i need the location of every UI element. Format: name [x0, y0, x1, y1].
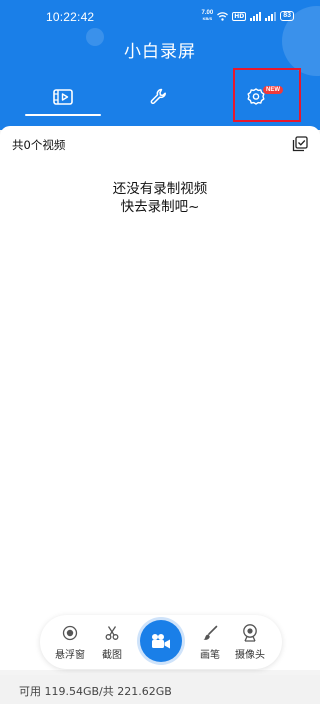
screenshot-label: 截图	[102, 650, 122, 661]
multi-select-icon[interactable]	[292, 136, 308, 152]
active-tab-indicator	[25, 114, 101, 116]
storage-footer: 可用 119.54GB/共 221.62GB	[0, 675, 320, 704]
scissors-icon	[105, 626, 119, 640]
empty-state-line2: 快去录制吧~	[120, 199, 200, 215]
floating-window-button[interactable]: 悬浮窗	[50, 623, 90, 661]
floating-window-label: 悬浮窗	[55, 650, 85, 661]
status-bar: 10:22:42 7.00 KB/S HD 83	[0, 0, 320, 28]
network-speed-unit: KB/S	[202, 16, 213, 21]
record-button[interactable]	[140, 620, 182, 662]
floating-window-icon	[62, 625, 78, 641]
video-camera-icon	[152, 634, 170, 649]
app-header: 10:22:42 7.00 KB/S HD 83 小白录屏 NEW	[0, 0, 320, 130]
bottom-toolbar: 悬浮窗 截图 画笔 摄像头	[40, 615, 282, 669]
network-speed: 7.00 KB/S	[202, 10, 214, 22]
video-count-label: 共0个视频	[12, 138, 66, 152]
screenshot-button[interactable]: 截图	[92, 623, 132, 661]
empty-state-line1: 还没有录制视频	[112, 181, 208, 197]
video-icon	[53, 89, 73, 105]
storage-info: 可用 119.54GB/共 221.62GB	[19, 685, 172, 698]
status-time: 10:22:42	[46, 10, 95, 24]
tab-tools[interactable]	[106, 78, 212, 116]
webcam-icon	[243, 624, 257, 642]
signal-icon	[250, 11, 262, 21]
wrench-icon	[150, 88, 166, 105]
brush-label: 画笔	[200, 650, 220, 661]
video-list-panel: 共0个视频 还没有录制视频 快去录制吧~	[0, 126, 320, 670]
wifi-icon	[217, 11, 229, 21]
camera-label: 摄像头	[235, 650, 265, 661]
status-icons: 7.00 KB/S HD 83	[202, 10, 294, 22]
brush-button[interactable]: 画笔	[190, 623, 230, 661]
hd-badge: HD	[232, 11, 247, 21]
settings-highlight-box	[233, 68, 301, 122]
signal-icon-2	[265, 11, 277, 21]
tab-videos[interactable]	[10, 78, 116, 116]
app-title: 小白录屏	[124, 42, 196, 62]
battery-indicator: 83	[280, 11, 294, 21]
camera-button[interactable]: 摄像头	[230, 623, 270, 661]
brush-icon	[203, 625, 218, 640]
empty-state-message: 还没有录制视频 快去录制吧~	[0, 180, 320, 216]
